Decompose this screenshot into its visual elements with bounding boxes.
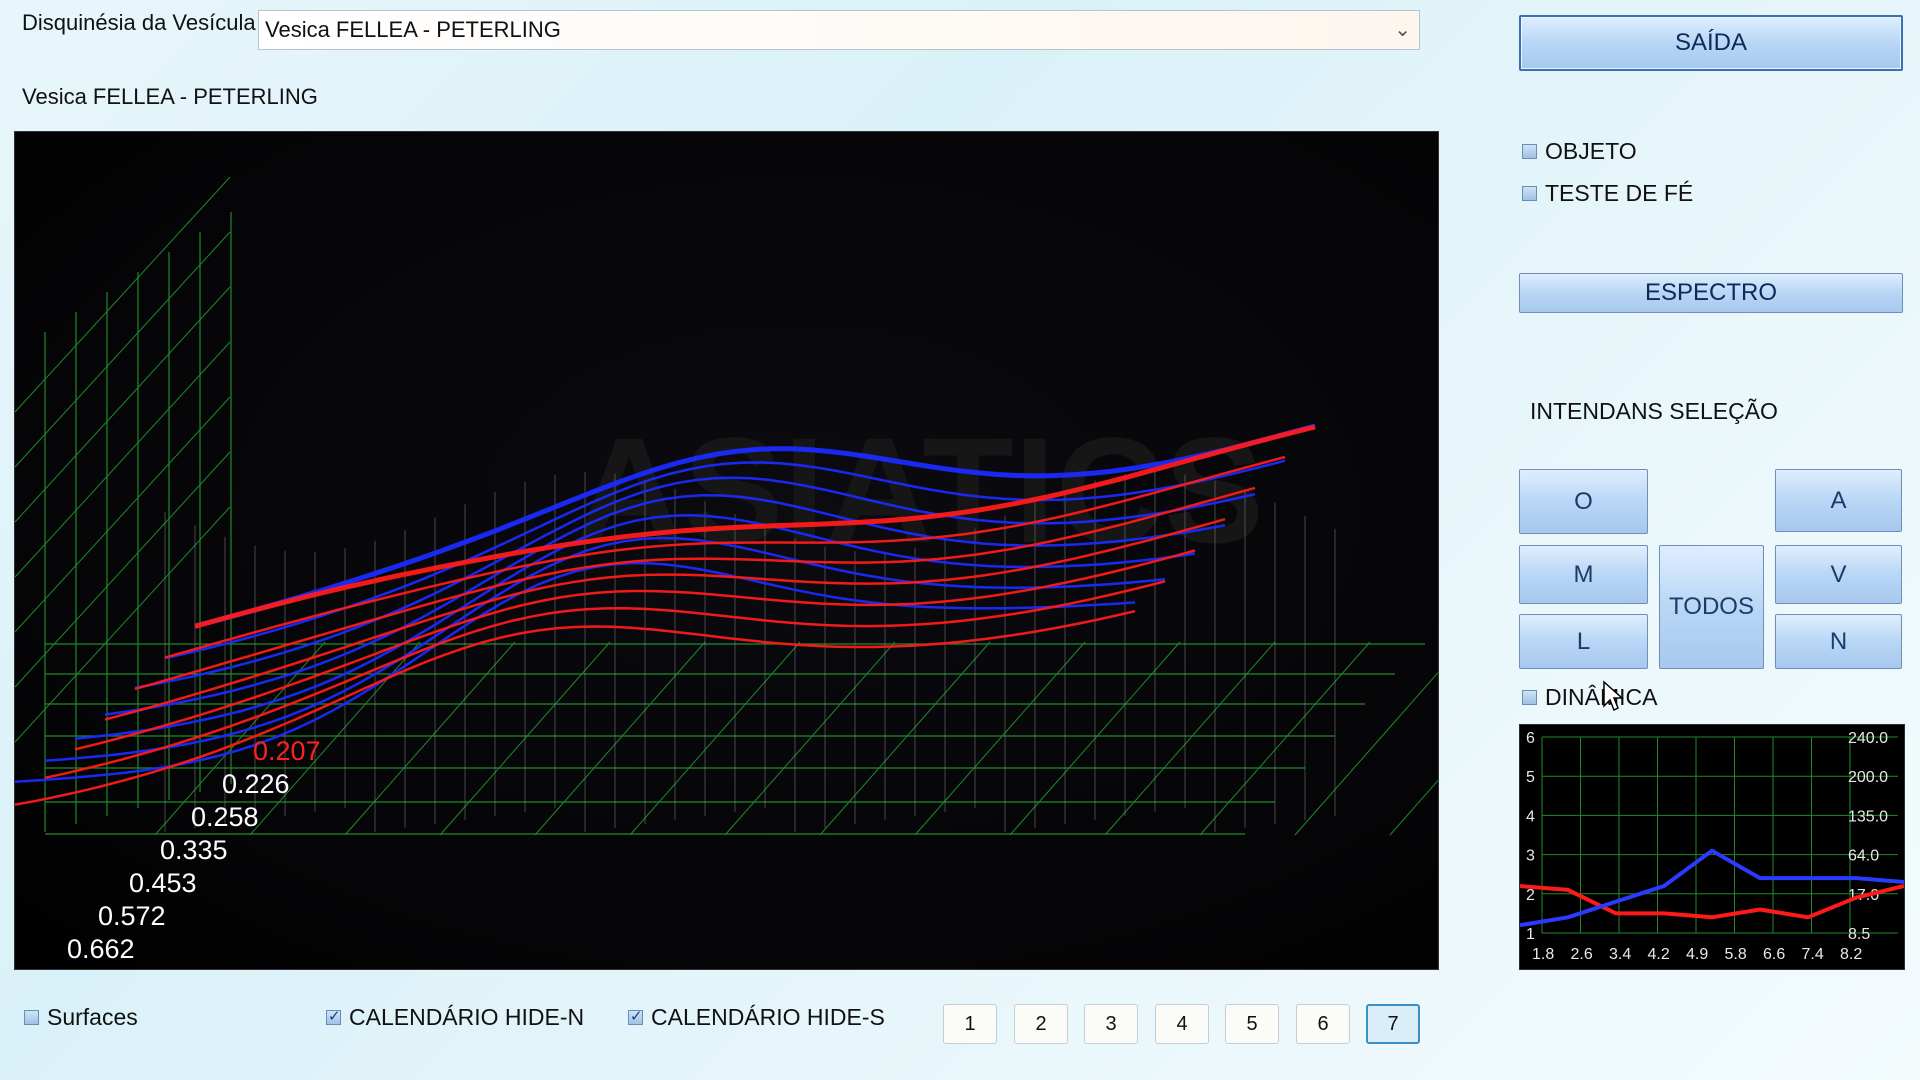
select-value: Vesica FELLEA - PETERLING bbox=[265, 17, 561, 42]
depth-label: 0.226 bbox=[222, 769, 290, 799]
page-button-6[interactable]: 6 bbox=[1296, 1004, 1350, 1044]
grid-line bbox=[629, 641, 801, 836]
mini-y-tick-right: 200.0 bbox=[1848, 769, 1888, 786]
spectrum-3d-chart: ASIATICS 0.207 0.226 0.258 0.335 0.453 0.572 0… bbox=[14, 131, 1439, 970]
mini-x-tick: 4.9 bbox=[1686, 946, 1708, 963]
surfaces-checkbox-row[interactable]: Surfaces bbox=[24, 1004, 138, 1031]
mini-x-tick: 3.4 bbox=[1609, 946, 1631, 963]
page-label: Disquinésia da Vesícula I bbox=[22, 10, 268, 35]
mini-x-tick: 1.8 bbox=[1532, 946, 1554, 963]
mini-y-tick-left: 6 bbox=[1526, 730, 1535, 747]
page-button-3[interactable]: 3 bbox=[1084, 1004, 1138, 1044]
mini-y-tick-right: 240.0 bbox=[1848, 730, 1888, 747]
v-button[interactable]: V bbox=[1775, 545, 1902, 604]
mini-y-tick-right: 8.5 bbox=[1848, 926, 1870, 943]
depth-label: 0.335 bbox=[160, 835, 228, 865]
hide-s-checkbox[interactable] bbox=[628, 1007, 643, 1025]
mini-chart-svg: 1.8 2.6 3.4 4.2 4.9 5.8 6.6 7.4 8.2 6 240.0 5 200.0 4… bbox=[1519, 730, 1905, 963]
depth-label: 0.258 bbox=[191, 802, 259, 832]
spectrum-button[interactable]: ESPECTRO bbox=[1519, 273, 1903, 313]
hide-s-label: CALENDÁRIO HIDE-S bbox=[651, 1004, 885, 1030]
test-select[interactable]: Vesica FELLEA - PETERLING ⌄ bbox=[258, 10, 1420, 50]
selection-title: INTENDANS SELEÇÃO bbox=[1530, 398, 1778, 424]
grid-line bbox=[724, 641, 896, 836]
mini-y-tick-left: 5 bbox=[1526, 769, 1535, 786]
grid-line bbox=[1104, 641, 1276, 836]
page-button-5[interactable]: 5 bbox=[1225, 1004, 1279, 1044]
grid-line bbox=[1199, 641, 1371, 836]
page-title: Vesica FELLEA - PETERLING bbox=[22, 84, 318, 109]
surfaces-checkbox[interactable] bbox=[24, 1010, 39, 1025]
mini-y-tick-left: 3 bbox=[1526, 848, 1535, 865]
spectrum-3d-svg: ASIATICS 0.2070.2260.2580.3350.4530.5720… bbox=[15, 176, 1438, 964]
faith-test-label: TESTE DE FÉ bbox=[1545, 180, 1694, 206]
mini-y-tick-left: 1 bbox=[1526, 926, 1535, 943]
depth-label: 0.207 bbox=[253, 736, 321, 766]
object-checkbox[interactable] bbox=[1522, 144, 1537, 159]
l-button[interactable]: L bbox=[1519, 614, 1648, 669]
dynamic-checkbox-row[interactable]: DINÂMICA bbox=[1522, 684, 1657, 711]
mini-y-tick-right: 135.0 bbox=[1848, 808, 1888, 825]
grid-line bbox=[534, 641, 706, 836]
mini-x-tick: 6.6 bbox=[1763, 946, 1785, 963]
o-button[interactable]: O bbox=[1519, 469, 1648, 534]
depth-label: 0.572 bbox=[98, 901, 166, 931]
mini-x-tick: 5.8 bbox=[1725, 946, 1747, 963]
red-series-line bbox=[44, 580, 1166, 780]
mini-x-tick: 8.2 bbox=[1840, 946, 1862, 963]
mini-y-tick-left: 2 bbox=[1526, 887, 1535, 904]
a-button[interactable]: A bbox=[1775, 469, 1902, 532]
grid-line bbox=[819, 641, 991, 836]
object-label: OBJETO bbox=[1545, 138, 1637, 164]
depth-labels: 0.2070.2260.2580.3350.4530.5720.662 bbox=[67, 736, 321, 964]
page-button-4[interactable]: 4 bbox=[1155, 1004, 1209, 1044]
red-series-line bbox=[74, 549, 1196, 751]
mouse-cursor-icon bbox=[1603, 680, 1624, 712]
exit-button[interactable]: SAÍDA bbox=[1519, 15, 1903, 71]
page-button-2[interactable]: 2 bbox=[1014, 1004, 1068, 1044]
mini-x-tick: 2.6 bbox=[1571, 946, 1593, 963]
chevron-down-icon[interactable]: ⌄ bbox=[1394, 17, 1411, 42]
hide-s-checkbox-row[interactable]: CALENDÁRIO HIDE-S bbox=[628, 1004, 885, 1031]
dynamics-mini-chart: 1.8 2.6 3.4 4.2 4.9 5.8 6.6 7.4 8.2 6 240.0 5 200.0 4… bbox=[1519, 724, 1905, 970]
n-button[interactable]: N bbox=[1775, 614, 1902, 669]
grid-line bbox=[1294, 671, 1438, 836]
page-button-1[interactable]: 1 bbox=[943, 1004, 997, 1044]
dynamic-checkbox[interactable] bbox=[1522, 690, 1537, 705]
mini-series-line bbox=[1519, 848, 1905, 928]
surfaces-label: Surfaces bbox=[47, 1004, 138, 1030]
grid-line bbox=[914, 641, 1086, 836]
m-button[interactable]: M bbox=[1519, 545, 1648, 604]
mini-x-tick: 7.4 bbox=[1802, 946, 1824, 963]
hide-n-checkbox-row[interactable]: CALENDÁRIO HIDE-N bbox=[326, 1004, 584, 1031]
depth-label: 0.453 bbox=[129, 868, 197, 898]
faith-test-checkbox[interactable] bbox=[1522, 186, 1537, 201]
hide-n-label: CALENDÁRIO HIDE-N bbox=[349, 1004, 585, 1030]
page-button-7[interactable]: 7 bbox=[1366, 1004, 1420, 1044]
mini-y-tick-right: 64.0 bbox=[1848, 848, 1879, 865]
hide-n-checkbox[interactable] bbox=[326, 1007, 341, 1025]
object-checkbox-row[interactable]: OBJETO bbox=[1522, 138, 1637, 165]
mini-x-tick: 4.2 bbox=[1648, 946, 1670, 963]
faith-test-checkbox-row[interactable]: TESTE DE FÉ bbox=[1522, 180, 1693, 207]
todos-button[interactable]: TODOS bbox=[1659, 545, 1764, 669]
depth-label: 0.662 bbox=[67, 934, 135, 964]
mini-y-tick-left: 4 bbox=[1526, 808, 1535, 825]
grid-line bbox=[1389, 779, 1438, 836]
